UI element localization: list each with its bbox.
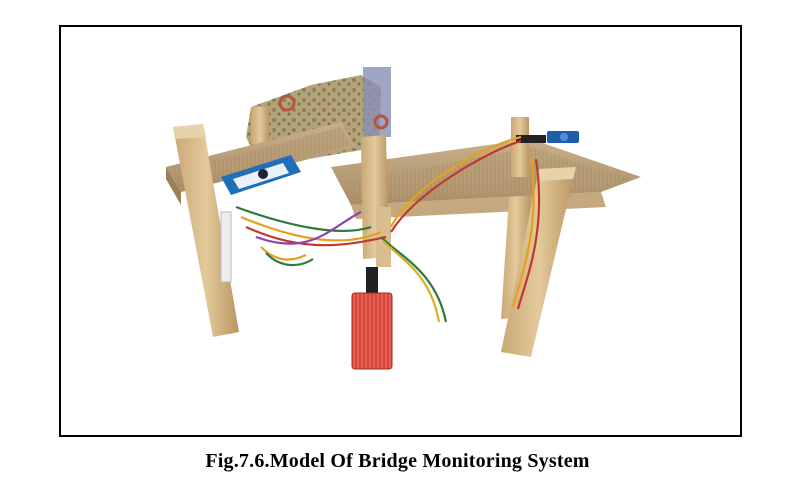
figure-frame (59, 25, 742, 437)
bridge-model-photo (166, 67, 641, 370)
figure-caption: Fig.7.6.Model Of Bridge Monitoring Syste… (205, 450, 590, 472)
water-sensor (351, 267, 393, 370)
bracket (220, 211, 232, 283)
back-right-post (511, 117, 529, 177)
